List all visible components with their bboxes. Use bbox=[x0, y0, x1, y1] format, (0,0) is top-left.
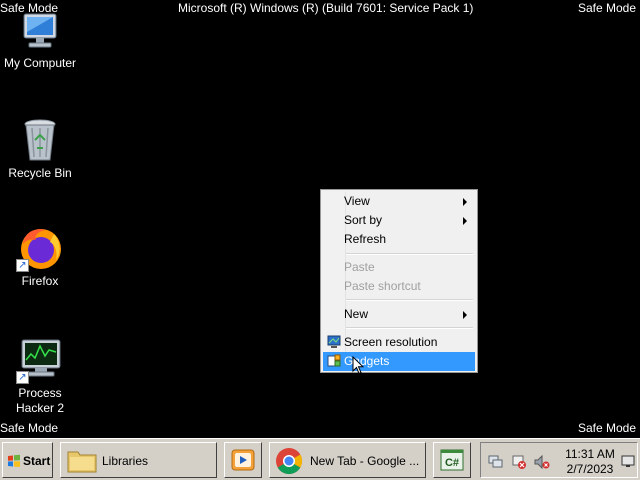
media-player-icon bbox=[230, 447, 256, 476]
clock[interactable]: 11:31 AM 2/7/2023 bbox=[561, 447, 619, 477]
taskbar-button-label: New Tab - Google ... bbox=[310, 454, 420, 468]
menu-item-label: New bbox=[344, 307, 369, 321]
system-tray: 11:31 AM 2/7/2023 bbox=[480, 442, 638, 478]
menu-item-new[interactable]: New bbox=[323, 305, 475, 324]
desktop-icon-process-hacker[interactable]: ↗ Process Hacker 2 bbox=[0, 336, 82, 416]
menu-item-refresh[interactable]: Refresh bbox=[323, 230, 475, 249]
taskbar: Start Libraries New Tab - Google ... C# … bbox=[0, 438, 640, 480]
desktop-icon-firefox[interactable]: ↗ Firefox bbox=[0, 224, 82, 289]
desktop-context-menu: View Sort by Refresh Paste Paste shortcu… bbox=[320, 189, 478, 373]
menu-item-view[interactable]: View bbox=[323, 192, 475, 211]
start-button[interactable]: Start bbox=[2, 442, 53, 478]
volume-muted-icon[interactable] bbox=[534, 454, 550, 472]
menu-item-label: Paste shortcut bbox=[344, 279, 421, 293]
menu-item-label: Paste bbox=[344, 260, 375, 274]
menu-item-paste-shortcut: Paste shortcut bbox=[323, 277, 475, 296]
shortcut-arrow-icon: ↗ bbox=[16, 259, 29, 272]
menu-item-sort-by[interactable]: Sort by bbox=[323, 211, 475, 230]
desktop-icon-label: My Computer bbox=[3, 56, 77, 70]
firefox-icon: ↗ bbox=[16, 224, 64, 272]
menu-item-label: Refresh bbox=[344, 232, 387, 246]
menu-item-screen-resolution[interactable]: Screen resolution bbox=[323, 333, 475, 352]
desktop-icon-label: Recycle Bin bbox=[8, 166, 72, 180]
display-icon bbox=[327, 335, 341, 349]
windows-build-label: Microsoft (R) Windows (R) (Build 7601: S… bbox=[178, 1, 474, 15]
taskbar-button-label: Libraries bbox=[102, 454, 149, 468]
menu-separator bbox=[346, 299, 473, 301]
recycle-bin-icon bbox=[16, 116, 64, 164]
desktop-icon-label: Firefox bbox=[21, 274, 59, 288]
safe-mode-label-top-right: Safe Mode bbox=[577, 1, 636, 15]
menu-item-label: Sort by bbox=[344, 213, 383, 227]
taskbar-button-media-player[interactable] bbox=[224, 442, 262, 478]
mouse-cursor-icon bbox=[352, 355, 365, 378]
safe-mode-label-bottom-right: Safe Mode bbox=[577, 421, 636, 435]
menu-item-label: Gadgets bbox=[344, 354, 390, 368]
csharp-icon: C# bbox=[439, 447, 465, 476]
process-hacker-icon: ↗ bbox=[16, 336, 64, 384]
menu-item-paste: Paste bbox=[323, 258, 475, 277]
submenu-arrow-icon bbox=[463, 198, 467, 206]
taskbar-button-libraries[interactable]: Libraries bbox=[60, 442, 217, 478]
folder-icon bbox=[66, 446, 98, 477]
desktop-icon-label: Process Hacker 2 bbox=[15, 386, 65, 415]
network-icon[interactable] bbox=[488, 455, 504, 472]
taskbar-button-chrome[interactable]: New Tab - Google ... bbox=[269, 442, 426, 478]
safe-mode-label-bottom-left: Safe Mode bbox=[0, 421, 59, 435]
submenu-arrow-icon bbox=[463, 311, 467, 319]
taskbar-button-csharp[interactable]: C# bbox=[433, 442, 471, 478]
menu-item-gadgets[interactable]: Gadgets bbox=[323, 352, 475, 371]
svg-text:C#: C# bbox=[445, 457, 459, 469]
desktop-icon-my-computer[interactable]: My Computer bbox=[0, 12, 82, 71]
shortcut-arrow-icon: ↗ bbox=[16, 371, 29, 384]
chrome-icon bbox=[274, 446, 304, 479]
windows-logo-icon bbox=[7, 454, 21, 471]
menu-separator bbox=[346, 253, 473, 255]
clock-date: 2/7/2023 bbox=[566, 462, 614, 476]
gadgets-icon bbox=[327, 354, 341, 368]
start-label: Start bbox=[23, 454, 51, 468]
menu-separator bbox=[346, 327, 473, 329]
computer-icon bbox=[16, 12, 64, 54]
menu-item-label: View bbox=[344, 194, 370, 208]
desktop-icon-recycle-bin[interactable]: Recycle Bin bbox=[0, 116, 82, 181]
action-center-icon[interactable] bbox=[511, 455, 527, 472]
show-desktop-icon[interactable] bbox=[621, 454, 635, 471]
submenu-arrow-icon bbox=[463, 217, 467, 225]
menu-item-label: Screen resolution bbox=[344, 335, 438, 349]
clock-time: 11:31 AM bbox=[565, 447, 615, 461]
